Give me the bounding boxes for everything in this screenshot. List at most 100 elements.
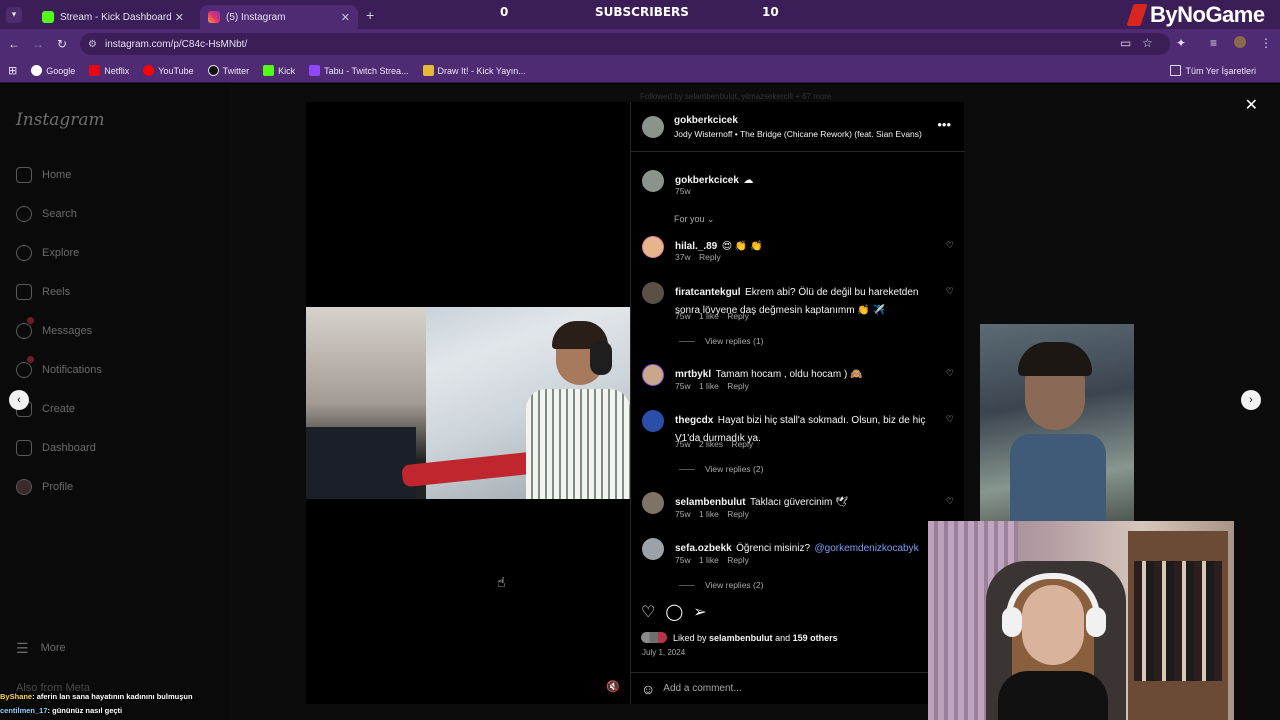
add-comment-field[interactable]: ☺ Add a comment... [631, 672, 965, 704]
commenter-avatar[interactable] [642, 410, 664, 432]
sidebar-item-messages[interactable]: Messages [16, 317, 92, 342]
reload-icon[interactable]: ↻ [50, 37, 74, 51]
likes-summary[interactable]: Liked by selambenbulut and 159 others [641, 632, 838, 643]
subscriber-counter-overlay: 0 SUBSCRIBERS 10 [500, 5, 780, 21]
comment-username[interactable]: sefa.ozbekk [675, 543, 732, 554]
replies-divider [679, 340, 695, 342]
bookmark-star-icon[interactable]: ☆ [1142, 36, 1153, 50]
reply-link[interactable]: Reply [727, 311, 749, 321]
commenter-avatar[interactable] [642, 538, 664, 560]
post-video-player[interactable]: 🔇 [306, 102, 630, 704]
commenter-avatar[interactable] [642, 492, 664, 514]
sidebar-item-search[interactable]: Search [16, 203, 77, 225]
instagram-logo[interactable]: Instagram [16, 110, 105, 130]
tab-instagram[interactable]: (5) Instagram ✕ [200, 5, 358, 29]
bookmark-youtube[interactable]: YouTube [143, 65, 194, 76]
like-icon[interactable]: ♡ [641, 602, 655, 622]
mouse-cursor-icon: ☝ [497, 574, 506, 590]
like-comment-icon[interactable]: ♡ [946, 496, 954, 507]
bookmark-kick[interactable]: Kick [263, 65, 295, 76]
share-icon[interactable]: ➢ [693, 602, 706, 622]
apps-grid-icon[interactable]: ⊞ [8, 64, 17, 77]
home-icon [16, 167, 32, 183]
view-replies-button[interactable]: View replies (2) [679, 580, 763, 590]
comment-item: selambenbulut Taklacı güvercinim 🕊 [675, 492, 937, 510]
install-app-icon[interactable]: ▭ [1120, 36, 1131, 50]
new-tab-icon[interactable]: + [366, 7, 374, 23]
chat-text: : gününüz nasıl geçti [47, 706, 123, 715]
view-replies-button[interactable]: View replies (1) [679, 336, 763, 346]
close-tab-icon[interactable]: ✕ [175, 11, 184, 24]
address-bar[interactable]: ⚙ instagram.com/p/C84c-HsMNbt/ [80, 33, 1170, 55]
previous-post-arrow-icon[interactable]: ‹ [9, 390, 29, 410]
mute-icon[interactable]: 🔇 [606, 680, 620, 693]
youtube-icon [143, 65, 155, 76]
comment-username[interactable]: mrtbykl [675, 369, 711, 380]
dashboard-icon [16, 440, 32, 456]
comment-username[interactable]: selambenbulut [675, 497, 746, 508]
counter-right: 10 [762, 5, 779, 19]
reply-link[interactable]: Reply [699, 252, 721, 262]
author-avatar[interactable] [642, 116, 664, 138]
view-replies-button[interactable]: View replies (2) [679, 464, 763, 474]
more-options-icon[interactable]: ••• [937, 117, 951, 132]
sidebar-item-dashboard[interactable]: Dashboard [16, 437, 96, 459]
like-comment-icon[interactable]: ♡ [946, 414, 954, 425]
bookmark-google[interactable]: Google [31, 65, 75, 76]
forward-icon[interactable]: → [26, 37, 50, 51]
reply-link[interactable]: Reply [727, 509, 749, 519]
video-frame [306, 307, 630, 499]
sidebar-item-reels[interactable]: Reels [16, 281, 70, 303]
like-comment-icon[interactable]: ♡ [946, 286, 954, 297]
reply-link[interactable]: Reply [727, 381, 749, 391]
caption-avatar[interactable] [642, 170, 664, 192]
other-likers-link[interactable]: 159 others [793, 633, 838, 643]
counter-label: SUBSCRIBERS [595, 5, 689, 19]
back-icon[interactable]: ← [2, 37, 26, 51]
bookmark-twitter[interactable]: Twitter [207, 65, 249, 76]
sidebar-item-home[interactable]: Home [16, 164, 71, 186]
tab-search-button[interactable]: ▾ [6, 6, 22, 23]
bookmark-draw-it[interactable]: Draw It! - Kick Yayın... [422, 65, 526, 76]
media-controls-icon[interactable]: ≡ [1210, 36, 1217, 50]
like-comment-icon[interactable]: ♡ [946, 368, 954, 379]
liker-username[interactable]: selambenbulut [709, 633, 773, 643]
caption-username[interactable]: gokberkcicek [675, 175, 739, 186]
mention-link[interactable]: @gorkemdenizkocabyk [815, 543, 919, 554]
sidebar-item-explore[interactable]: Explore [16, 242, 79, 264]
comment-username[interactable]: hilal._.89 [675, 241, 717, 252]
comment-sort-dropdown[interactable]: For you ⌄ [674, 214, 715, 225]
replies-divider [679, 584, 695, 586]
like-comment-icon[interactable]: ♡ [946, 240, 954, 251]
site-info-icon[interactable]: ⚙ [88, 39, 97, 50]
sidebar-item-notifications[interactable]: Notifications [16, 356, 102, 381]
reply-link[interactable]: Reply [727, 555, 749, 565]
bookmark-netflix[interactable]: Netflix [89, 65, 129, 76]
streamer-brand-logo: ByNoGame [1126, 2, 1280, 28]
avatar-icon [16, 479, 32, 495]
emoji-picker-icon[interactable]: ☺ [641, 681, 655, 697]
extensions-icon[interactable]: ✦ [1176, 36, 1186, 50]
commenter-avatar[interactable] [642, 364, 664, 386]
close-modal-icon[interactable]: ✕ [1245, 95, 1258, 115]
next-post-arrow-icon[interactable]: › [1241, 390, 1261, 410]
profile-avatar[interactable] [1234, 36, 1246, 48]
sidebar-item-profile[interactable]: Profile [16, 476, 73, 498]
add-comment-placeholder: Add a comment... [663, 683, 742, 694]
comment-icon[interactable]: ◯ [665, 602, 683, 622]
sidebar-item-more[interactable]: ☰ More [16, 637, 66, 659]
commenter-avatar[interactable] [642, 236, 664, 258]
audio-track[interactable]: Jody Wisternoff • The Bridge (Chicane Re… [674, 128, 922, 141]
followed-by-text: Followed by selambenbulut, yilmazsekerci… [640, 92, 832, 101]
author-username[interactable]: gokberkcicek [674, 115, 738, 126]
all-bookmarks-folder[interactable]: Tüm Yer İşaretleri [1170, 65, 1256, 76]
reply-link[interactable]: Reply [731, 439, 753, 449]
bookmark-tabu[interactable]: Tabu - Twitch Strea... [309, 65, 409, 76]
tab-kick-dashboard[interactable]: Stream - Kick Dashboard ✕ [34, 5, 192, 29]
kick-icon [42, 11, 54, 23]
comment-username[interactable]: firatcantekgul [675, 287, 741, 298]
close-tab-icon[interactable]: ✕ [341, 11, 350, 24]
comment-username[interactable]: thegcdx [675, 415, 713, 426]
menu-dots-icon[interactable]: ⋮ [1260, 36, 1272, 50]
commenter-avatar[interactable] [642, 282, 664, 304]
